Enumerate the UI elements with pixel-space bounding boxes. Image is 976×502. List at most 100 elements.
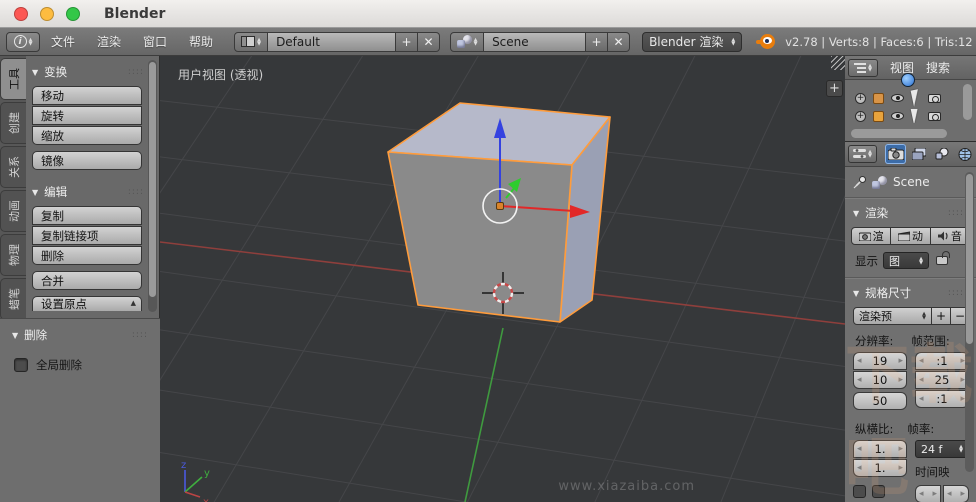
menu-file[interactable]: 文件 xyxy=(51,33,75,50)
frame-rate-label: 帧率: xyxy=(907,422,935,436)
outliner-editor: 视图 搜索 + + xyxy=(845,56,976,142)
panel-grip-icon[interactable] xyxy=(128,187,144,197)
context-breadcrumb: Scene xyxy=(845,167,976,195)
tab-create[interactable]: 创建 xyxy=(0,102,26,144)
updown-arrows-icon xyxy=(922,312,926,320)
add-scene-button[interactable]: + xyxy=(586,31,609,52)
translate-button[interactable]: 移动 xyxy=(32,86,142,105)
frame-step-field[interactable]: :1 xyxy=(915,390,969,408)
scene-selector[interactable]: Scene + ✕ xyxy=(450,31,631,52)
resolution-percent-field[interactable]: 50 xyxy=(853,392,907,410)
render-layers-icon xyxy=(911,148,926,160)
delete-globally-checkbox[interactable] xyxy=(14,358,28,372)
join-button[interactable]: 合并 xyxy=(32,271,142,290)
tab-render-layers[interactable] xyxy=(908,144,929,164)
scale-button[interactable]: 缩放 xyxy=(32,126,142,145)
tab-world-properties[interactable] xyxy=(955,144,976,164)
tab-animation[interactable]: 动画 xyxy=(0,190,26,232)
panel-grip-icon[interactable] xyxy=(948,288,964,298)
viewport-3d[interactable]: z y x 用户视图 (透视) + www.xiazaiba.com xyxy=(160,56,845,502)
tab-grease-pencil[interactable]: 蜡笔 xyxy=(0,278,26,320)
time-remap-old-field[interactable] xyxy=(915,485,941,502)
rotate-button[interactable]: 旋转 xyxy=(32,106,142,125)
render-panel-header[interactable]: 渲染 xyxy=(853,205,970,221)
menu-help[interactable]: 帮助 xyxy=(189,33,213,50)
svg-text:y: y xyxy=(204,468,210,479)
screen-layout-selector[interactable]: Default + ✕ xyxy=(234,31,441,52)
scene-name-field[interactable]: Scene xyxy=(484,31,587,52)
delete-button[interactable]: 删除 xyxy=(32,246,142,265)
minimize-window-button[interactable] xyxy=(40,6,54,21)
render-presets-dropdown[interactable]: 渲染预 xyxy=(853,307,932,325)
tab-render-properties[interactable] xyxy=(885,144,907,164)
tab-scene-properties[interactable] xyxy=(932,144,953,164)
outliner-editor-type-selector[interactable] xyxy=(848,58,878,77)
remove-layout-button[interactable]: ✕ xyxy=(418,31,441,52)
area-resize-corner[interactable] xyxy=(831,56,845,70)
time-remap-new-field[interactable] xyxy=(943,485,969,502)
outliner-vertical-scrollbar[interactable] xyxy=(963,84,972,120)
visibility-eye-icon[interactable] xyxy=(891,94,904,102)
border-checkbox[interactable] xyxy=(853,485,866,498)
delete-operator-header[interactable]: 删除 xyxy=(12,327,156,343)
selectable-cursor-icon[interactable] xyxy=(910,89,922,107)
render-animation-button[interactable]: 动 xyxy=(891,227,931,245)
outliner-row[interactable]: + xyxy=(845,109,976,123)
expand-icon[interactable]: + xyxy=(855,110,866,122)
renderable-camera-icon[interactable] xyxy=(928,111,941,121)
scene-icon xyxy=(935,148,949,160)
mirror-button[interactable]: 镜像 xyxy=(32,151,142,170)
y-axis-line xyxy=(464,327,504,502)
frame-rate-dropdown[interactable]: 24 f xyxy=(915,440,969,458)
mini-axis-gizmo: z y x xyxy=(181,460,210,502)
resolution-x-field[interactable]: 19 xyxy=(853,352,907,370)
render-still-button[interactable]: 渲 xyxy=(851,227,892,245)
aspect-x-field[interactable]: 1. xyxy=(853,440,907,458)
maximize-window-button[interactable] xyxy=(66,6,80,21)
add-layout-button[interactable]: + xyxy=(396,31,419,52)
close-window-button[interactable] xyxy=(14,6,28,21)
panel-grip-icon[interactable] xyxy=(132,330,148,340)
frame-end-field[interactable]: 25 xyxy=(915,371,969,389)
editor-type-selector[interactable]: i xyxy=(6,31,40,52)
outliner-menu-search[interactable]: 搜索 xyxy=(926,59,950,76)
aspect-y-field[interactable]: 1. xyxy=(853,459,907,477)
tab-tools[interactable]: 工具 xyxy=(0,58,26,100)
render-engine-value: Blender 渲染 xyxy=(649,35,724,49)
selectable-cursor-icon[interactable] xyxy=(910,109,922,123)
render-engine-dropdown[interactable]: Blender 渲染 xyxy=(642,31,743,52)
panel-grip-icon[interactable] xyxy=(128,67,144,77)
frame-start-field[interactable]: :1 xyxy=(915,352,969,370)
display-mode-dropdown[interactable]: 图 xyxy=(883,252,929,269)
transform-panel-header[interactable]: 变换 xyxy=(32,64,144,80)
visibility-eye-icon[interactable] xyxy=(891,112,904,120)
remove-scene-button[interactable]: ✕ xyxy=(608,31,631,52)
crop-checkbox[interactable] xyxy=(872,485,885,498)
properties-editor-type-selector[interactable] xyxy=(848,145,878,163)
tab-physics[interactable]: 物理 xyxy=(0,234,26,276)
duplicate-button[interactable]: 复制 xyxy=(32,206,142,225)
panel-grip-icon[interactable] xyxy=(948,208,964,218)
expand-icon[interactable]: + xyxy=(855,92,866,104)
outliner-menu-view[interactable]: 视图 xyxy=(890,59,914,76)
add-preset-button[interactable]: + xyxy=(932,307,951,325)
screen-layout-name-field[interactable]: Default xyxy=(268,31,397,52)
lock-interface-icon[interactable] xyxy=(936,251,950,265)
set-origin-button[interactable]: 设置原点 xyxy=(32,296,142,311)
updown-arrows-icon xyxy=(474,38,478,46)
screen-layout-icon xyxy=(241,36,256,47)
tool-shelf-scrollbar[interactable] xyxy=(148,60,157,312)
outliner-horizontal-scrollbar[interactable] xyxy=(851,129,947,138)
menu-render[interactable]: 渲染 xyxy=(97,33,121,50)
resolution-y-field[interactable]: 10 xyxy=(853,371,907,389)
viewport-scene: z y x xyxy=(160,56,845,502)
renderable-camera-icon[interactable] xyxy=(928,93,941,103)
menu-window[interactable]: 窗口 xyxy=(143,33,167,50)
tab-relations[interactable]: 关系 xyxy=(0,146,26,188)
expand-properties-region-button[interactable]: + xyxy=(826,80,843,97)
dimensions-panel-header[interactable]: 规格尺寸 xyxy=(853,285,970,301)
properties-scrollbar[interactable] xyxy=(965,172,974,472)
edit-panel-header[interactable]: 编辑 xyxy=(32,184,144,200)
duplicate-linked-button[interactable]: 复制链接项 xyxy=(32,226,142,245)
outliner-row[interactable]: + xyxy=(845,87,976,109)
